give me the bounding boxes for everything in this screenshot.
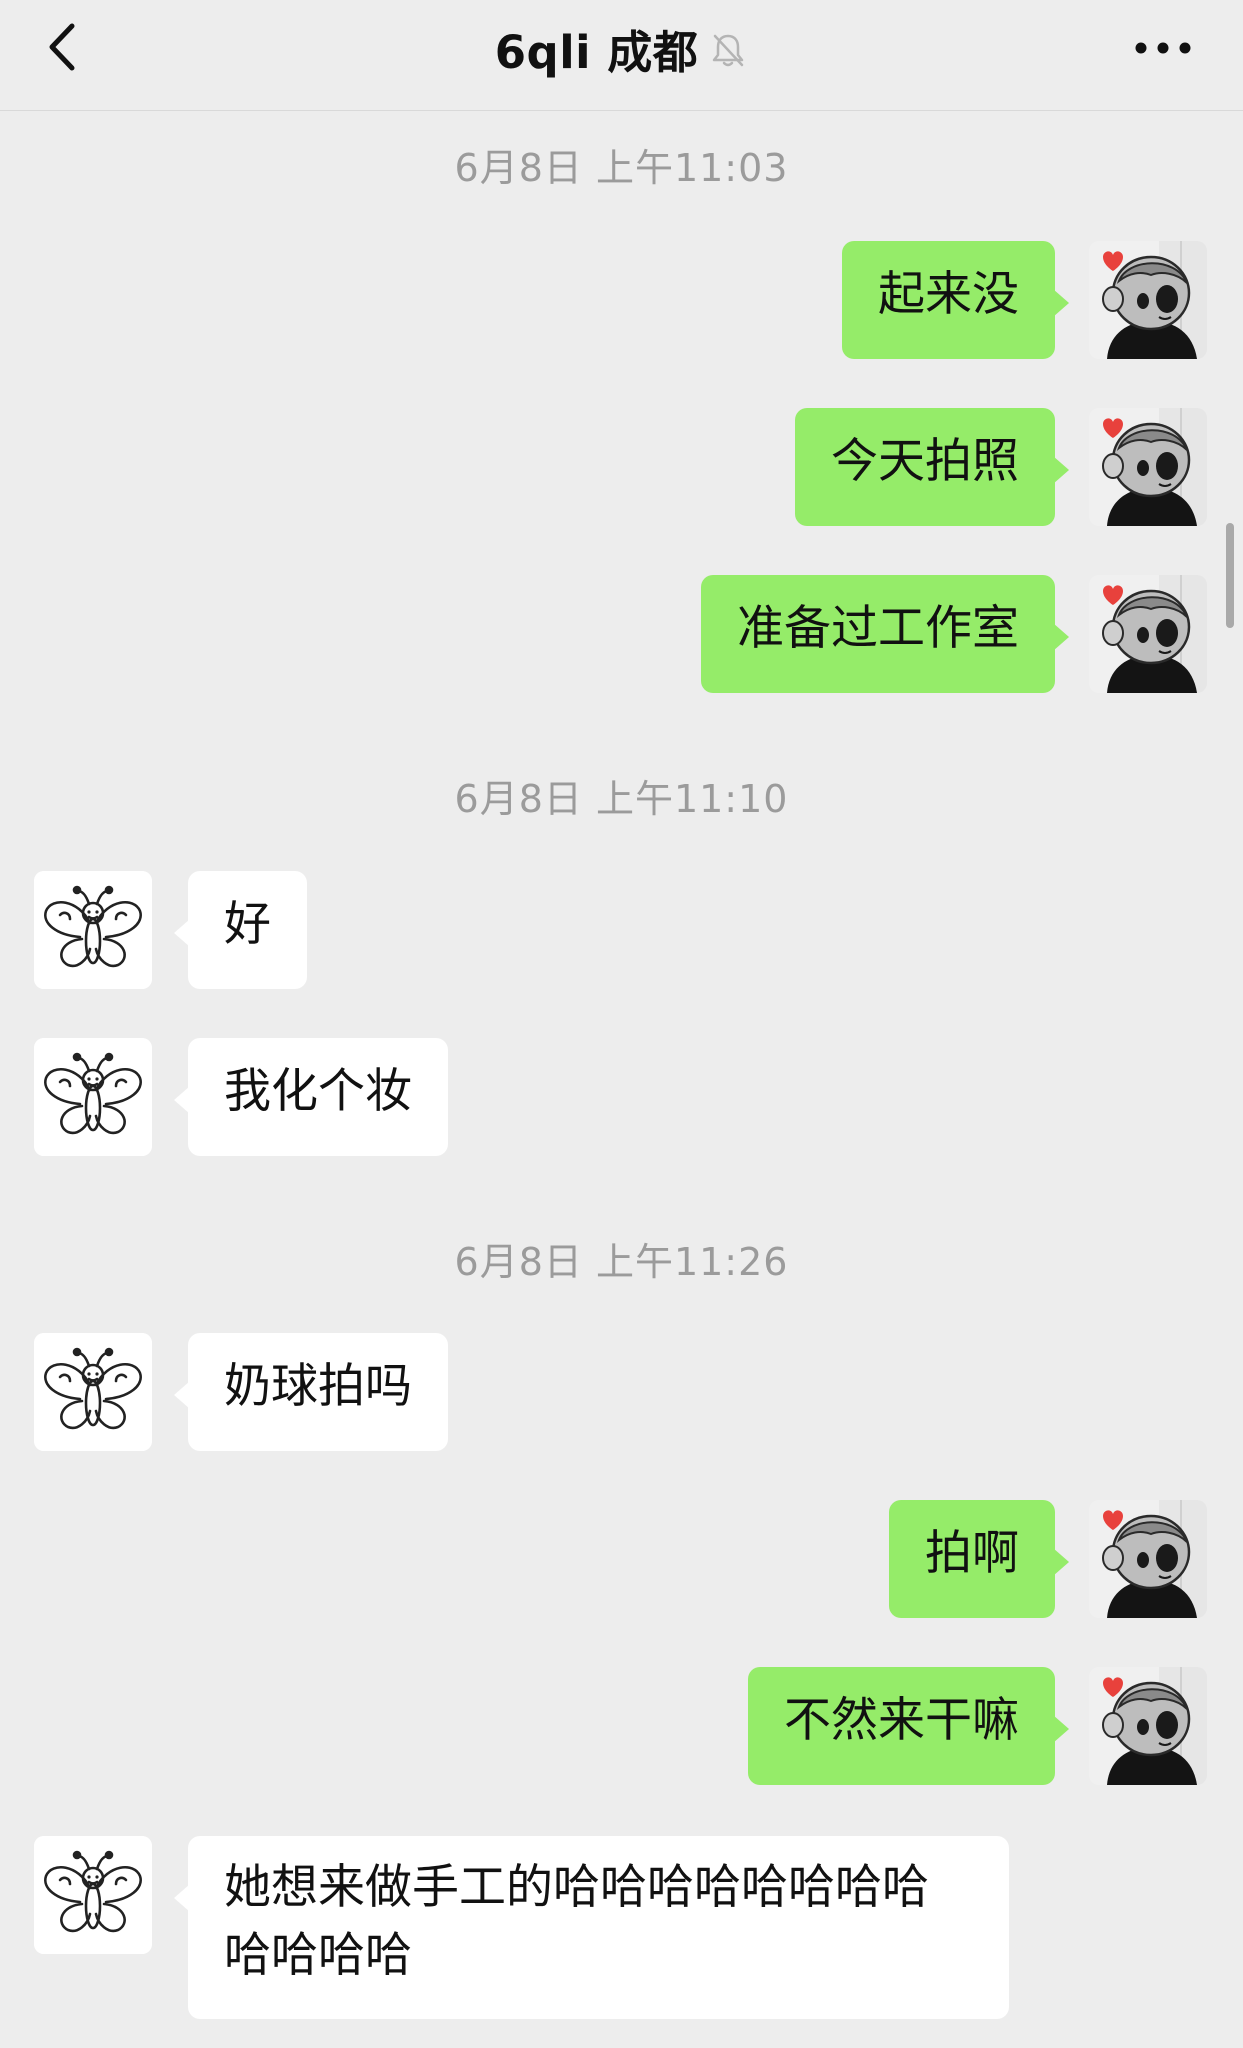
chevron-left-icon[interactable] (38, 20, 92, 74)
message-bubble-sent[interactable]: 今天拍照 (795, 408, 1069, 526)
message-timestamp: 6月8日 上午11:10 (454, 777, 789, 821)
chat-header: 6qli 成都 (0, 0, 1243, 111)
scroll-indicator[interactable] (1226, 523, 1234, 628)
avatar[interactable] (34, 1333, 152, 1451)
message-bubble-received[interactable]: 奶球拍吗 (174, 1333, 448, 1451)
avatar[interactable] (1089, 241, 1207, 359)
message-bubble-received[interactable]: 她想来做手工的哈哈哈哈哈哈哈哈哈哈哈哈 (174, 1836, 1009, 2019)
ellipsis-icon[interactable] (1131, 28, 1195, 68)
avatar[interactable] (34, 1836, 152, 1954)
avatar[interactable] (1089, 1667, 1207, 1785)
message-bubble-sent[interactable]: 准备过工作室 (701, 575, 1069, 693)
message-timestamp: 6月8日 上午11:26 (454, 1240, 789, 1284)
message-timestamp: 6月8日 上午11:03 (454, 146, 789, 190)
bell-slash-icon (713, 34, 744, 67)
message-bubble-received[interactable]: 好 (174, 871, 307, 989)
message-bubble-sent[interactable]: 拍啊 (889, 1500, 1069, 1618)
avatar[interactable] (1089, 408, 1207, 526)
message-bubble-sent[interactable]: 不然来干嘛 (748, 1667, 1069, 1785)
avatar[interactable] (1089, 575, 1207, 693)
message-bubble-sent[interactable]: 起来没 (842, 241, 1069, 359)
avatar[interactable] (1089, 1500, 1207, 1618)
chat-title: 6qli 成都 (494, 25, 699, 79)
avatar[interactable] (34, 871, 152, 989)
avatar[interactable] (34, 1038, 152, 1156)
message-bubble-received[interactable]: 我化个妆 (174, 1038, 448, 1156)
